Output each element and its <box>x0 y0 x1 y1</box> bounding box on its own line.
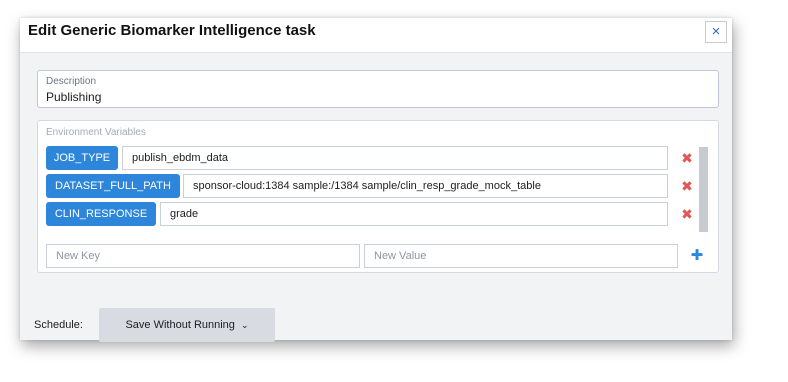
new-key-input[interactable] <box>46 244 360 268</box>
description-label: Description <box>46 76 97 87</box>
schedule-label: Schedule: <box>34 319 83 331</box>
edit-task-dialog: Edit Generic Biomarker Intelligence task… <box>20 18 732 342</box>
env-variable-row: CLIN_RESPONSE grade ✖ <box>46 202 706 226</box>
delete-variable-icon[interactable]: ✖ <box>680 151 694 165</box>
close-icon: × <box>711 23 721 40</box>
env-value-field[interactable]: grade <box>160 202 668 226</box>
delete-variable-icon[interactable]: ✖ <box>680 179 694 193</box>
env-key-pill[interactable]: CLIN_RESPONSE <box>46 202 156 226</box>
description-value[interactable]: Publishing <box>46 90 101 104</box>
add-variable-icon[interactable]: ✚ <box>690 248 704 263</box>
dialog-body: Description Publishing Environment Varia… <box>20 53 732 342</box>
env-value-field[interactable]: sponsor-cloud:1384 sample:/1384 sample/c… <box>183 174 668 198</box>
schedule-dropdown-button[interactable]: Save Without Running ⌄ <box>99 308 275 342</box>
env-key-pill[interactable]: DATASET_FULL_PATH <box>46 174 180 198</box>
chevron-down-icon: ⌄ <box>240 320 249 330</box>
description-field[interactable]: Description Publishing <box>37 70 719 108</box>
dialog-title: Edit Generic Biomarker Intelligence task <box>28 22 316 39</box>
env-value-field[interactable]: publish_ebdm_data <box>122 146 668 170</box>
environment-variables-panel: Environment Variables JOB_TYPE publish_e… <box>37 120 719 273</box>
env-key-pill[interactable]: JOB_TYPE <box>46 146 118 170</box>
close-button[interactable]: × <box>705 21 727 43</box>
env-variable-row: JOB_TYPE publish_ebdm_data ✖ <box>46 146 706 170</box>
variables-scrollbar[interactable] <box>699 147 708 232</box>
dialog-header: Edit Generic Biomarker Intelligence task… <box>20 18 732 53</box>
schedule-selected-label: Save Without Running <box>125 319 235 331</box>
delete-variable-icon[interactable]: ✖ <box>680 207 694 221</box>
env-variable-row: DATASET_FULL_PATH sponsor-cloud:1384 sam… <box>46 174 706 198</box>
new-value-input[interactable] <box>364 244 678 268</box>
environment-variables-label: Environment Variables <box>46 127 146 138</box>
